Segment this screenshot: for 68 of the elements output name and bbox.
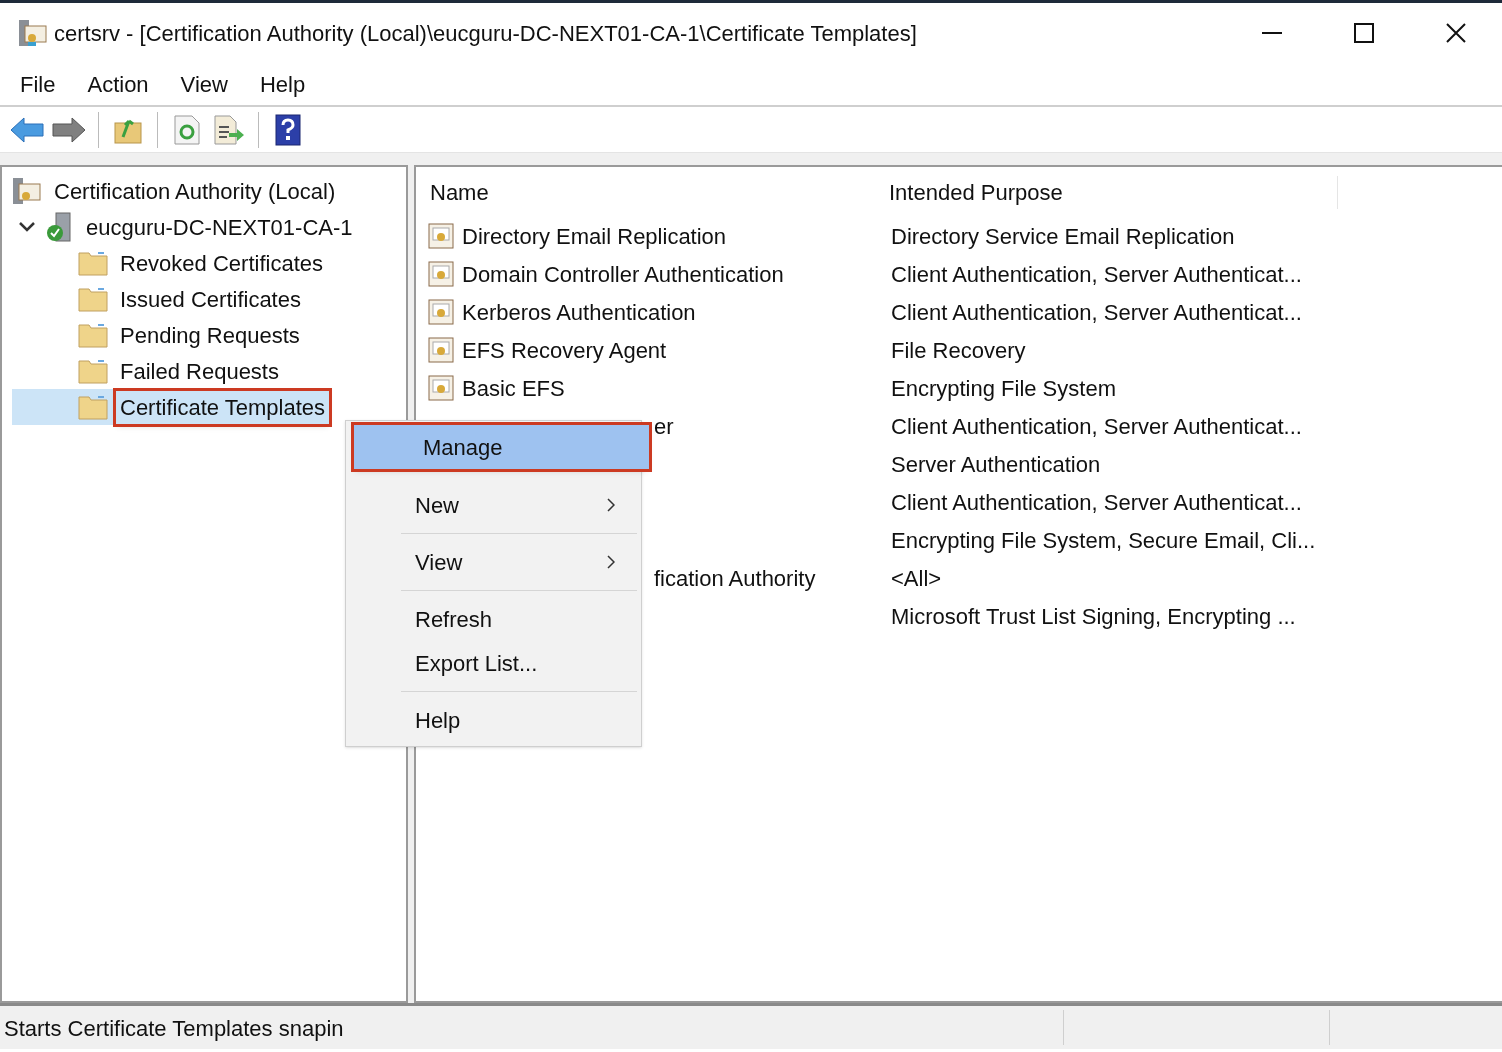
column-header[interactable]: Intended Purpose bbox=[877, 176, 1338, 209]
table-cell: Client Authentication, Server Authenticat... bbox=[891, 413, 1302, 439]
table-cell: <All> bbox=[891, 565, 942, 591]
menu-item[interactable]: Manage bbox=[354, 425, 649, 469]
certificate-server-icon bbox=[12, 176, 42, 206]
refresh-icon bbox=[173, 114, 201, 145]
table-cell-text: er bbox=[654, 412, 674, 441]
minimize-icon bbox=[1262, 32, 1282, 34]
table-cell: Client Authentication, Server Authenticat... bbox=[891, 489, 1302, 515]
table-cell: Encrypting File System bbox=[891, 375, 1116, 401]
back-arrow-icon bbox=[10, 116, 44, 143]
table-cell: Server Authentication bbox=[891, 451, 1101, 477]
tree-item[interactable]: Certification Authority (Local) bbox=[50, 174, 340, 208]
table-cell: Client Authentication, Server Authenticat... bbox=[891, 261, 1302, 287]
table-cell: Directory Service Email Replication bbox=[891, 223, 1235, 249]
menu-item[interactable]: Export List... bbox=[346, 641, 641, 685]
table-row[interactable]: Domain Controller Authentication Client Authentication, Server Authenticat... bbox=[416, 255, 1502, 293]
forward-arrow-icon bbox=[52, 116, 86, 143]
folder-icon bbox=[78, 358, 108, 384]
close-icon bbox=[1446, 23, 1466, 43]
help-icon bbox=[275, 113, 301, 146]
table-row[interactable]: Basic EFS Encrypting File System bbox=[416, 369, 1502, 407]
table-cell: Microsoft Trust List Signing, Encrypting ... bbox=[891, 603, 1296, 629]
submenu-chevron-icon bbox=[607, 555, 615, 569]
table-cell: Encrypting File System, Secure Email, Cli... bbox=[891, 527, 1316, 553]
menu-item[interactable]: View bbox=[168, 67, 240, 101]
tree-item[interactable]: Pending Requests bbox=[116, 318, 304, 352]
table-cell: Client Authentication, Server Authenticat... bbox=[891, 299, 1302, 325]
window-title: certsrv - [Certification Authority (Local)\eucguru-DC-NEXT01-CA-1\Certificate Templates] bbox=[54, 19, 917, 48]
tree-item[interactable]: Certificate Templates bbox=[116, 390, 329, 424]
maximize-icon bbox=[1354, 23, 1374, 43]
certificate-template-icon bbox=[428, 299, 454, 325]
folder-icon bbox=[78, 322, 108, 348]
table-cell-text: Domain Controller Authentication bbox=[462, 260, 784, 289]
table-row[interactable]: Directory Email Replication Directory Service Email Replication bbox=[416, 217, 1502, 255]
menu-item[interactable]: File bbox=[8, 67, 68, 101]
table-cell-text: Kerberos Authentication bbox=[462, 298, 696, 327]
menu-item[interactable]: New bbox=[346, 483, 641, 527]
tree-item[interactable]: eucguru-DC-NEXT01-CA-1 bbox=[82, 210, 357, 244]
certificate-template-icon bbox=[428, 337, 454, 363]
expand-chevron-icon[interactable] bbox=[19, 222, 35, 232]
table-cell-text: Directory Email Replication bbox=[462, 222, 727, 251]
menu-item[interactable]: Action bbox=[75, 67, 161, 101]
folder-icon bbox=[78, 286, 108, 312]
menu-item[interactable]: Refresh bbox=[346, 597, 641, 641]
certificate-template-icon bbox=[428, 223, 454, 249]
certificate-template-icon bbox=[428, 375, 454, 401]
column-header[interactable]: Name bbox=[416, 176, 877, 209]
menu-item[interactable]: Help bbox=[346, 698, 641, 742]
tree-item[interactable]: Failed Requests bbox=[116, 354, 283, 388]
table-row[interactable]: Kerberos Authentication Client Authentication, Server Authenticat... bbox=[416, 293, 1502, 331]
submenu-chevron-icon bbox=[607, 498, 615, 512]
certificate-template-icon bbox=[428, 261, 454, 287]
export-list-icon bbox=[213, 114, 245, 145]
menu-item[interactable]: View bbox=[346, 540, 641, 584]
status-text: Starts Certificate Templates snapin bbox=[3, 1015, 345, 1043]
tree-item[interactable]: Revoked Certificates bbox=[116, 246, 327, 280]
certificate-server-icon bbox=[18, 18, 48, 48]
table-cell-text: fication Authority bbox=[654, 564, 816, 593]
folder-icon bbox=[78, 250, 108, 276]
server-check-icon bbox=[46, 212, 74, 242]
table-cell: File Recovery bbox=[891, 337, 1026, 363]
table-row[interactable]: EFS Recovery Agent File Recovery bbox=[416, 331, 1502, 369]
table-cell-text: EFS Recovery Agent bbox=[462, 336, 667, 365]
table-cell-text: Basic EFS bbox=[462, 374, 565, 403]
folder-icon bbox=[78, 394, 108, 420]
tree-item[interactable]: Issued Certificates bbox=[116, 282, 305, 316]
menu-item[interactable]: Help bbox=[247, 67, 318, 101]
